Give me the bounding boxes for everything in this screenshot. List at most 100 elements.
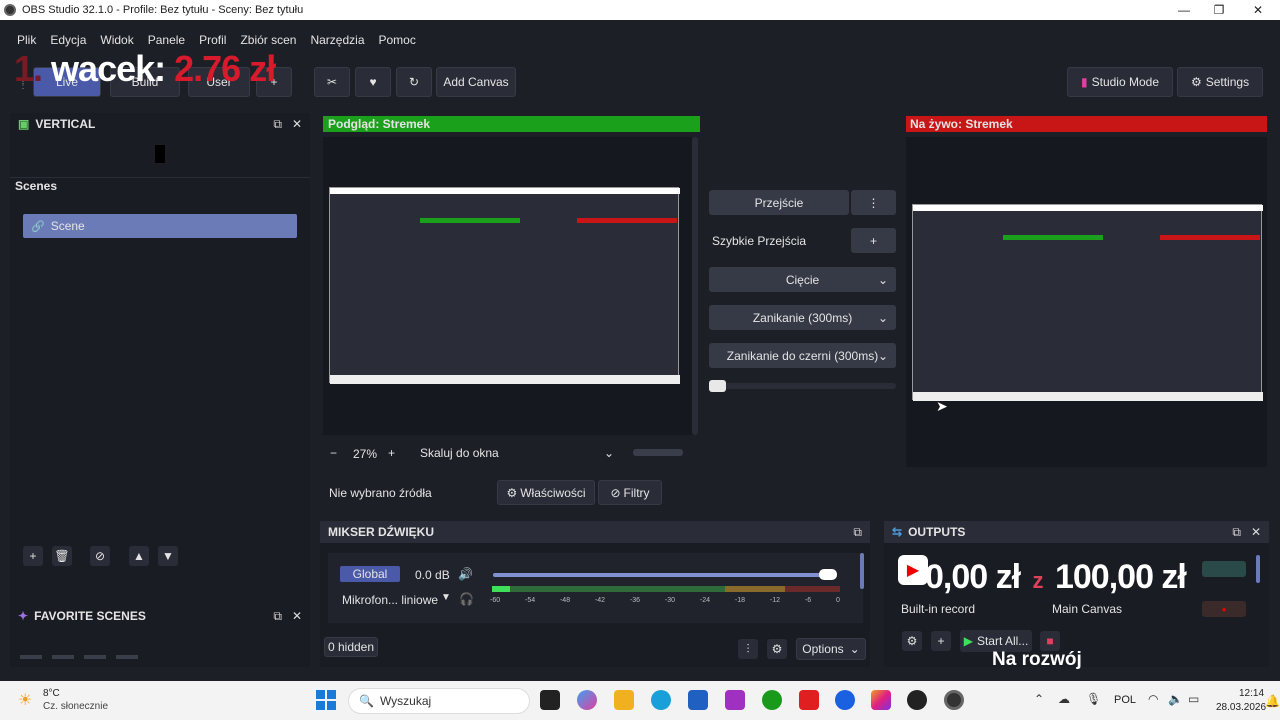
move-down-icon[interactable]: ▼ (158, 546, 178, 566)
speaker-icon[interactable]: 🔊 (458, 567, 473, 581)
global-volume-handle[interactable] (819, 569, 837, 580)
transition-button[interactable]: Przejście (709, 190, 849, 215)
microphone-icon[interactable]: 🎙 (1086, 692, 1101, 706)
copilot-icon[interactable] (577, 690, 597, 710)
file-explorer-icon[interactable] (614, 690, 634, 710)
trash-icon[interactable]: 🗑 (52, 546, 72, 566)
store-icon[interactable] (688, 690, 708, 710)
instagram-icon[interactable] (871, 690, 891, 710)
battery-icon[interactable]: ▭ (1188, 692, 1199, 706)
properties-button[interactable]: ⚙ Właściwości (497, 480, 595, 505)
edge-icon[interactable] (651, 690, 671, 710)
link-icon: 🔗 (31, 220, 45, 233)
scale-mode-value: Skaluj do okna (420, 446, 499, 460)
add-canvas-button[interactable]: Add Canvas (436, 67, 516, 97)
quick-transition-fade-black[interactable]: Zanikanie do czerni (300ms) ⌄ (709, 343, 896, 368)
transition-menu-icon[interactable]: ⋮ (851, 190, 896, 215)
gear-icon[interactable]: ⚙ (767, 639, 787, 659)
tray-expand-icon[interactable]: ⌃ (1034, 692, 1044, 706)
quick-transition-cut-label: Cięcie (785, 272, 820, 287)
global-volume-slider[interactable] (493, 573, 833, 577)
tbar-slider[interactable] (709, 383, 896, 389)
tick-label: -36 (629, 597, 641, 604)
chevron-down-icon: ⌄ (877, 272, 888, 287)
undock-icon[interactable]: ⧉ (1232, 525, 1241, 540)
menu-help[interactable]: Pomoc (379, 33, 416, 47)
onedrive-icon[interactable]: ☁ (1058, 692, 1070, 706)
zoom-in-icon[interactable]: + (388, 446, 395, 460)
volume-icon[interactable]: 🔈 (1168, 692, 1183, 706)
zoom-out-icon[interactable]: − (330, 446, 337, 460)
preview-canvas[interactable] (323, 137, 693, 435)
undock-icon[interactable]: ⧉ (853, 525, 862, 540)
tick-label: -18 (734, 597, 746, 604)
menu-scene-collection[interactable]: Zbiór scen (240, 33, 296, 47)
scene-filter-icon[interactable]: ⊘ (90, 546, 110, 566)
quick-transition-cut[interactable]: Cięcie ⌄ (709, 267, 896, 292)
quick-transition-fade[interactable]: Zanikanie (300ms) ⌄ (709, 305, 896, 330)
close-dock-icon[interactable]: ✕ (292, 609, 302, 624)
favorite-scenes-title: FAVORITE SCENES (34, 609, 146, 623)
menu-edit[interactable]: Edycja (50, 33, 86, 47)
record-toggle[interactable]: ● (1202, 601, 1246, 617)
global-channel-label[interactable]: Global (340, 566, 400, 582)
youtube-app-icon[interactable] (799, 690, 819, 710)
chevron-down-icon[interactable]: ▼ (441, 592, 451, 603)
add-scene-icon[interactable]: + (23, 546, 43, 566)
vertical-canvas-icon: ▣ (18, 117, 30, 131)
chevron-down-icon: ⌄ (849, 642, 860, 656)
heart-icon[interactable]: ♥ (355, 67, 391, 97)
mixer-scrollbar[interactable] (860, 553, 864, 589)
menu-tools[interactable]: Narzędzia (310, 33, 364, 47)
xbox-icon[interactable] (762, 690, 782, 710)
stop-all-icon[interactable]: ■ (1040, 631, 1060, 651)
weather-desc: Cz. słonecznie (43, 701, 109, 712)
language-indicator[interactable]: POL (1114, 694, 1136, 706)
stream-toggle[interactable] (1202, 561, 1246, 577)
facebook-icon[interactable] (835, 690, 855, 710)
outputs-scrollbar[interactable] (1256, 555, 1260, 583)
preview-scrollbar[interactable] (692, 137, 698, 435)
close-dock-icon[interactable]: ✕ (1251, 525, 1261, 540)
hidden-count-button[interactable]: 0 hidden (324, 637, 378, 657)
headphones-icon[interactable]: 🎧 (459, 592, 474, 606)
mixer-sliders-icon[interactable]: ⫶ (738, 639, 758, 659)
settings-button[interactable]: ⚙ Settings (1177, 67, 1263, 97)
taskbar-search[interactable]: 🔍 Wyszukaj (348, 688, 530, 714)
minimize-icon[interactable]: — (1166, 0, 1202, 20)
horizontal-scrollbar[interactable] (633, 449, 683, 456)
undock-icon[interactable]: ⧉ (273, 117, 282, 132)
menu-file[interactable]: Plik (17, 33, 36, 47)
wifi-icon[interactable]: ◠ (1148, 692, 1158, 706)
task-view-icon[interactable] (540, 690, 560, 710)
instagram-alt-icon[interactable] (725, 690, 745, 710)
clock-time[interactable]: 12:14 (1239, 688, 1264, 699)
maximize-icon[interactable]: ❐ (1201, 0, 1237, 20)
undock-icon[interactable]: ⧉ (273, 609, 282, 624)
close-icon[interactable]: ✕ (1240, 0, 1276, 20)
tbar-handle[interactable] (709, 380, 726, 392)
scene-item[interactable]: 🔗 Scene (23, 214, 297, 238)
studio-mode-button[interactable]: ▮ Studio Mode (1067, 67, 1173, 97)
scale-mode-select[interactable]: Skaluj do okna ⌄ (413, 443, 620, 463)
mixer-options-button[interactable]: Options ⌄ (796, 638, 866, 660)
menu-profile[interactable]: Profil (199, 33, 226, 47)
windows-start-icon[interactable] (316, 690, 336, 710)
move-up-icon[interactable]: ▲ (129, 546, 149, 566)
donation-name: wacek: (51, 48, 166, 89)
add-output-icon[interactable]: + (931, 631, 951, 651)
obs-taskbar-icon[interactable] (944, 690, 964, 710)
add-quick-transition-icon[interactable]: + (851, 228, 896, 253)
close-dock-icon[interactable]: ✕ (292, 117, 302, 132)
menu-view[interactable]: Widok (100, 33, 133, 47)
scissors-icon[interactable]: ✂ (314, 67, 350, 97)
refresh-icon[interactable]: ↻ (396, 67, 432, 97)
notification-icon[interactable]: 🔔 (1265, 694, 1280, 708)
clock-date[interactable]: 28.03.2026 (1216, 702, 1266, 713)
menu-docks[interactable]: Panele (148, 33, 185, 47)
filters-button[interactable]: ⊘ Filtry (598, 480, 662, 505)
chatgpt-icon[interactable] (907, 690, 927, 710)
gear-icon[interactable]: ⚙ (902, 631, 922, 651)
no-source-label: Nie wybrano źródła (329, 486, 432, 500)
chevron-down-icon: ⌄ (877, 348, 888, 363)
